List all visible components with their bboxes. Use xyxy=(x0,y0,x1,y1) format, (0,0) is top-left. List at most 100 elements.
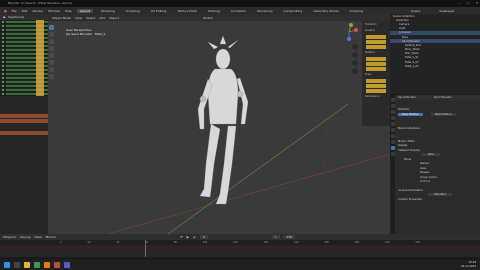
menu-edit[interactable]: Edit xyxy=(22,9,28,13)
armature-data-tab-icon[interactable] xyxy=(390,146,395,150)
keyframes-icon[interactable]: ◆ xyxy=(3,15,5,19)
tab-layout[interactable]: Layout xyxy=(76,8,94,13)
playhead[interactable] xyxy=(145,240,147,257)
visibility-icon[interactable] xyxy=(2,84,4,87)
blender-logo-icon[interactable]: ● xyxy=(4,9,7,13)
current-frame-field[interactable]: 0 xyxy=(199,235,208,239)
visibility-icon[interactable] xyxy=(2,56,4,59)
visibility-icon[interactable] xyxy=(2,64,4,67)
menu-file[interactable]: File xyxy=(12,9,17,13)
app-icon[interactable] xyxy=(64,262,70,268)
tab-modeling[interactable]: Modeling xyxy=(98,9,118,13)
3d-viewport[interactable] xyxy=(48,14,390,234)
visibility-icon[interactable] xyxy=(2,36,4,39)
render-tab-icon[interactable] xyxy=(390,104,395,108)
visibility-icon[interactable] xyxy=(2,92,4,95)
bone-collections-section[interactable]: Bone Collections xyxy=(390,127,480,132)
display-as-value[interactable]: Wire xyxy=(422,153,440,157)
play-button[interactable]: ▶ xyxy=(187,235,189,239)
world-tab-icon[interactable] xyxy=(390,122,395,126)
pose-position-button[interactable]: Pose Position xyxy=(398,112,423,116)
windows-start-icon[interactable] xyxy=(4,262,10,268)
tab-shading[interactable]: Shading xyxy=(205,9,223,13)
view-menu-timeline[interactable]: View xyxy=(34,235,41,239)
bone-tab-icon[interactable] xyxy=(390,152,395,156)
scale-tool-icon[interactable] xyxy=(48,53,54,58)
channel-row[interactable] xyxy=(0,131,48,135)
rotate-tool-icon[interactable] xyxy=(48,46,54,51)
tab-uv-editing[interactable]: UV Editing xyxy=(148,9,170,13)
playback-menu[interactable]: Playback xyxy=(3,235,16,239)
select-menu[interactable]: Select xyxy=(86,16,95,20)
mode-selector[interactable]: Object Mode xyxy=(52,16,71,20)
file-explorer-icon[interactable] xyxy=(24,262,30,268)
ik-solver-value[interactable]: Standard xyxy=(428,193,452,197)
in-front-checkbox[interactable]: In Front xyxy=(390,180,480,185)
ortho-toggle-icon[interactable] xyxy=(352,68,358,74)
rotation-x-field[interactable] xyxy=(366,57,386,61)
visibility-icon[interactable] xyxy=(2,48,4,51)
object-menu[interactable]: Object xyxy=(109,16,119,20)
end-frame-field[interactable]: 250 xyxy=(283,235,296,239)
scale-y-field[interactable] xyxy=(366,84,386,88)
transform-tool-icon[interactable] xyxy=(48,60,54,65)
menu-render[interactable]: Render xyxy=(32,9,43,13)
scale-z-field[interactable] xyxy=(366,89,386,93)
maximize-button[interactable]: □ xyxy=(467,0,470,7)
search-icon[interactable] xyxy=(14,262,20,268)
camera-view-icon[interactable] xyxy=(352,60,358,66)
view-layer-selector[interactable]: ViewLayer xyxy=(439,9,454,13)
visibility-icon[interactable] xyxy=(2,32,4,35)
visibility-icon[interactable] xyxy=(2,40,4,43)
tab-animation[interactable]: Animation xyxy=(228,9,249,13)
output-tab-icon[interactable] xyxy=(390,110,395,114)
tab-texture-paint[interactable]: Texture Paint xyxy=(174,9,199,13)
jump-start-button[interactable]: ⏮ xyxy=(180,235,183,239)
annotate-tool-icon[interactable] xyxy=(48,67,54,72)
tab-sculpting[interactable]: Sculpting xyxy=(123,9,143,13)
location-z-field[interactable] xyxy=(366,45,386,49)
marker-menu[interactable]: Marker xyxy=(46,235,56,239)
visibility-icon[interactable] xyxy=(2,60,4,63)
visibility-icon[interactable] xyxy=(2,88,4,91)
start-frame-field[interactable]: 1 xyxy=(271,235,280,239)
object-name[interactable]: Sand Monster xyxy=(398,96,416,99)
data-name[interactable]: Sand Monster xyxy=(434,96,452,99)
outliner-row[interactable]: Fatal_S_03 xyxy=(390,64,480,68)
location-y-field[interactable] xyxy=(366,40,386,44)
tab-scripting[interactable]: Scripting xyxy=(347,9,366,13)
menu-window[interactable]: Window xyxy=(48,9,60,13)
rotation-y-field[interactable] xyxy=(366,62,386,66)
physics-tab-icon[interactable] xyxy=(390,140,395,144)
jump-end-button[interactable]: ⏭ xyxy=(193,235,196,239)
visibility-icon[interactable] xyxy=(2,24,4,27)
timeline-ruler[interactable]: 0 20 40 60 80 100 120 140 160 180 200 22… xyxy=(0,240,480,245)
close-button[interactable]: ✕ xyxy=(475,0,478,7)
menu-help[interactable]: Help xyxy=(65,9,72,13)
browser-icon[interactable] xyxy=(34,262,40,268)
tab-geometry-nodes[interactable]: Geometry Nodes xyxy=(310,9,341,13)
move-tool-icon[interactable] xyxy=(48,39,54,44)
transform-orientation[interactable]: Global xyxy=(203,16,213,20)
minimize-button[interactable]: — xyxy=(458,0,461,7)
visibility-icon[interactable] xyxy=(2,68,4,71)
keying-menu[interactable]: Keying xyxy=(20,235,30,239)
cursor-tool-icon[interactable] xyxy=(48,32,54,37)
channel-row[interactable] xyxy=(0,114,48,118)
location-x-field[interactable] xyxy=(366,35,386,39)
tool-tab-icon[interactable] xyxy=(390,98,395,102)
rotation-z-field[interactable] xyxy=(366,67,386,71)
tab-rendering[interactable]: Rendering xyxy=(254,9,275,13)
visibility-icon[interactable] xyxy=(2,28,4,31)
app-icon[interactable] xyxy=(54,262,60,268)
channel-row[interactable] xyxy=(0,119,48,123)
add-menu[interactable]: Add xyxy=(99,16,105,20)
tab-compositing[interactable]: Compositing xyxy=(281,9,306,13)
object-tab-icon[interactable] xyxy=(390,128,395,132)
measure-tool-icon[interactable] xyxy=(48,74,54,79)
scale-x-field[interactable] xyxy=(366,79,386,83)
visibility-icon[interactable] xyxy=(2,76,4,79)
character-model[interactable] xyxy=(197,35,249,205)
visibility-icon[interactable] xyxy=(2,72,4,75)
blender-taskbar-icon[interactable] xyxy=(44,262,50,268)
